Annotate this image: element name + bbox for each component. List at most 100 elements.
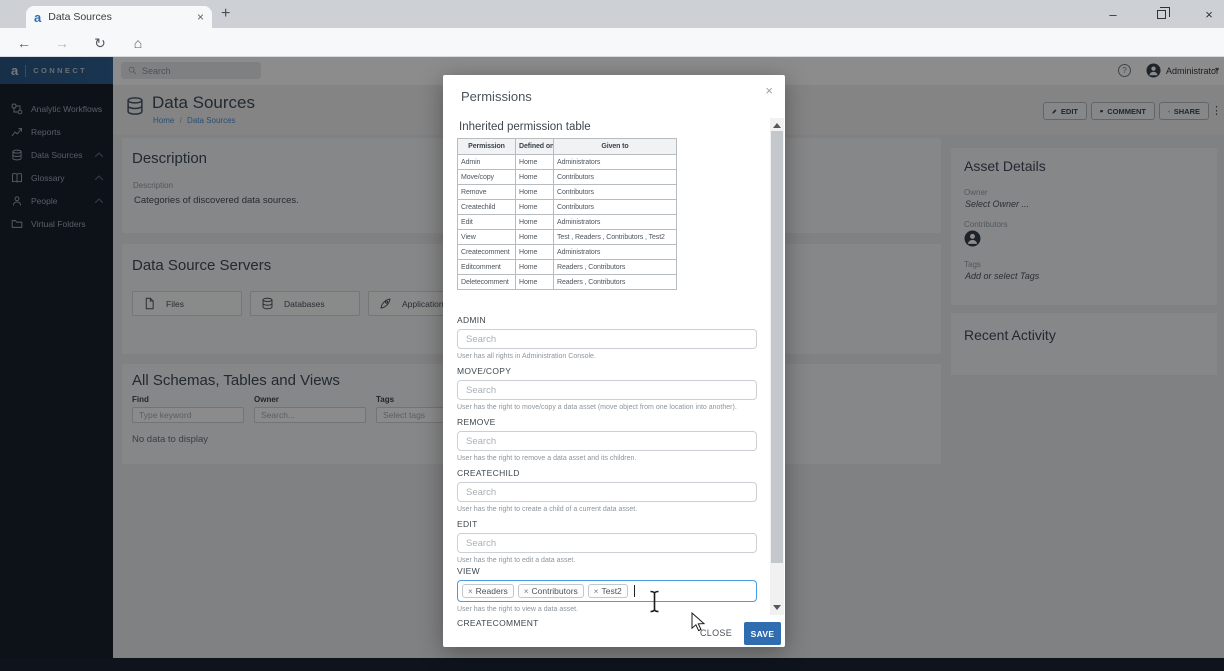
chip-remove-icon[interactable]: × (524, 587, 529, 596)
cell-permission: Deletecomment (458, 275, 516, 290)
home-button[interactable]: ⌂ (128, 33, 148, 53)
cell-permission: Admin (458, 155, 516, 170)
createchild-search-input[interactable] (457, 482, 757, 502)
col-permission: Permission (458, 139, 516, 155)
permission-section-createchild: CREATECHILD User has the right to create… (457, 468, 771, 513)
home-link[interactable]: Home (516, 185, 554, 200)
window-minimize-button[interactable]: – (1090, 0, 1136, 28)
cell-given-to: Contributors (554, 170, 677, 185)
home-link[interactable]: Home (516, 230, 554, 245)
permissions-modal: Permissions × Inherited permission table… (443, 75, 785, 647)
chip-test2[interactable]: ×Test2 (588, 584, 628, 598)
cell-given-to: Administrators (554, 215, 677, 230)
cell-permission: Createchild (458, 200, 516, 215)
section-helper: User has the right to move/copy a data a… (457, 404, 771, 411)
permission-section-edit: EDIT User has the right to edit a data a… (457, 519, 771, 564)
inherited-permissions-table: Permission Defined on Given to AdminHome… (457, 138, 677, 290)
chip-remove-icon[interactable]: × (468, 587, 473, 596)
section-label: MOVE/COPY (457, 366, 771, 376)
refresh-button[interactable]: ↻ (90, 33, 110, 53)
chip-label: Readers (476, 586, 508, 596)
cell-permission: Editcomment (458, 260, 516, 275)
modal-scrollbar[interactable] (770, 118, 784, 615)
app-area: a CONNECT Analytic Workflows Reports Dat… (0, 57, 1224, 671)
cell-given-to: Test , Readers , Contributors , Test2 (554, 230, 677, 245)
section-helper: User has the right to view a data asset. (457, 606, 771, 613)
save-button[interactable]: SAVE (744, 622, 781, 645)
home-link[interactable]: Home (516, 275, 554, 290)
inherited-table-heading: Inherited permission table (459, 121, 591, 133)
home-link[interactable]: Home (516, 170, 554, 185)
new-tab-button[interactable]: + (221, 5, 230, 23)
tab-close-icon[interactable]: × (197, 10, 204, 24)
section-helper: User has the right to remove a data asse… (457, 455, 771, 462)
tab-title: Data Sources (48, 11, 190, 23)
permission-section-move-copy: MOVE/COPY User has the right to move/cop… (457, 366, 771, 411)
section-helper: User has all rights in Administration Co… (457, 353, 771, 360)
table-row: ViewHomeTest , Readers , Contributors , … (458, 230, 677, 245)
cell-given-to: Contributors (554, 200, 677, 215)
modal-title: Permissions (461, 89, 532, 104)
col-defined-on: Defined on (516, 139, 554, 155)
table-row: Move/copyHomeContributors (458, 170, 677, 185)
cell-given-to: Contributors (554, 185, 677, 200)
home-link[interactable]: Home (516, 155, 554, 170)
move-copy-search-input[interactable] (457, 380, 757, 400)
browser-window: a Data Sources × + – × ← → ↻ ⌂ ⓘ localho… (0, 0, 1224, 671)
section-label: CREATECHILD (457, 468, 771, 478)
table-row: DeletecommentHomeReaders , Contributors (458, 275, 677, 290)
cell-permission: Remove (458, 185, 516, 200)
section-label: ADMIN (457, 315, 771, 325)
table-row: CreatechildHomeContributors (458, 200, 677, 215)
forward-button[interactable]: → (52, 33, 72, 53)
text-caret (634, 585, 635, 597)
chip-label: Test2 (601, 586, 621, 596)
chip-label: Contributors (531, 586, 577, 596)
table-row: RemoveHomeContributors (458, 185, 677, 200)
ibeam-cursor (648, 590, 661, 613)
tab-bar: a Data Sources × + – × (0, 0, 1224, 28)
cell-given-to: Administrators (554, 245, 677, 260)
cell-permission: View (458, 230, 516, 245)
section-helper: User has the right to create a child of … (457, 506, 771, 513)
createcomment-section-label: CREATECOMMENT (457, 618, 539, 628)
chip-contributors[interactable]: ×Contributors (518, 584, 584, 598)
tab-favicon-icon: a (34, 11, 41, 24)
edit-search-input[interactable] (457, 533, 757, 553)
home-link[interactable]: Home (516, 260, 554, 275)
section-label: VIEW (457, 566, 771, 576)
chip-readers[interactable]: ×Readers (462, 584, 514, 598)
home-link[interactable]: Home (516, 215, 554, 230)
remove-search-input[interactable] (457, 431, 757, 451)
admin-search-input[interactable] (457, 329, 757, 349)
scroll-down-icon[interactable] (773, 605, 781, 610)
cell-given-to: Readers , Contributors (554, 260, 677, 275)
home-link[interactable]: Home (516, 200, 554, 215)
scrollbar-thumb[interactable] (771, 131, 783, 563)
cell-given-to: Readers , Contributors (554, 275, 677, 290)
restore-icon (1157, 10, 1166, 19)
home-link[interactable]: Home (516, 245, 554, 260)
table-row: AdminHomeAdministrators (458, 155, 677, 170)
table-header-row: Permission Defined on Given to (458, 139, 677, 155)
section-label: EDIT (457, 519, 771, 529)
table-row: EditHomeAdministrators (458, 215, 677, 230)
modal-close-icon[interactable]: × (765, 83, 773, 98)
browser-tab[interactable]: a Data Sources × (26, 6, 212, 28)
window-close-button[interactable]: × (1186, 0, 1224, 28)
table-row: CreatecommentHomeAdministrators (458, 245, 677, 260)
browser-toolbar: ← → ↻ ⌂ ⓘ localhost:8080/viewentry?xid=f… (0, 28, 1224, 57)
col-given-to: Given to (554, 139, 677, 155)
permission-section-view: VIEW ×Readers ×Contributors ×Test2 User … (457, 566, 771, 613)
cell-given-to: Administrators (554, 155, 677, 170)
back-button[interactable]: ← (14, 33, 34, 53)
table-row: EditcommentHomeReaders , Contributors (458, 260, 677, 275)
scroll-up-icon[interactable] (773, 123, 781, 128)
permission-section-remove: REMOVE User has the right to remove a da… (457, 417, 771, 462)
chip-remove-icon[interactable]: × (594, 587, 599, 596)
window-restore-button[interactable] (1138, 0, 1184, 28)
arrow-cursor (691, 612, 705, 632)
cell-permission: Edit (458, 215, 516, 230)
permission-section-admin: ADMIN User has all rights in Administrat… (457, 315, 771, 360)
view-chips-input[interactable]: ×Readers ×Contributors ×Test2 (457, 580, 757, 602)
